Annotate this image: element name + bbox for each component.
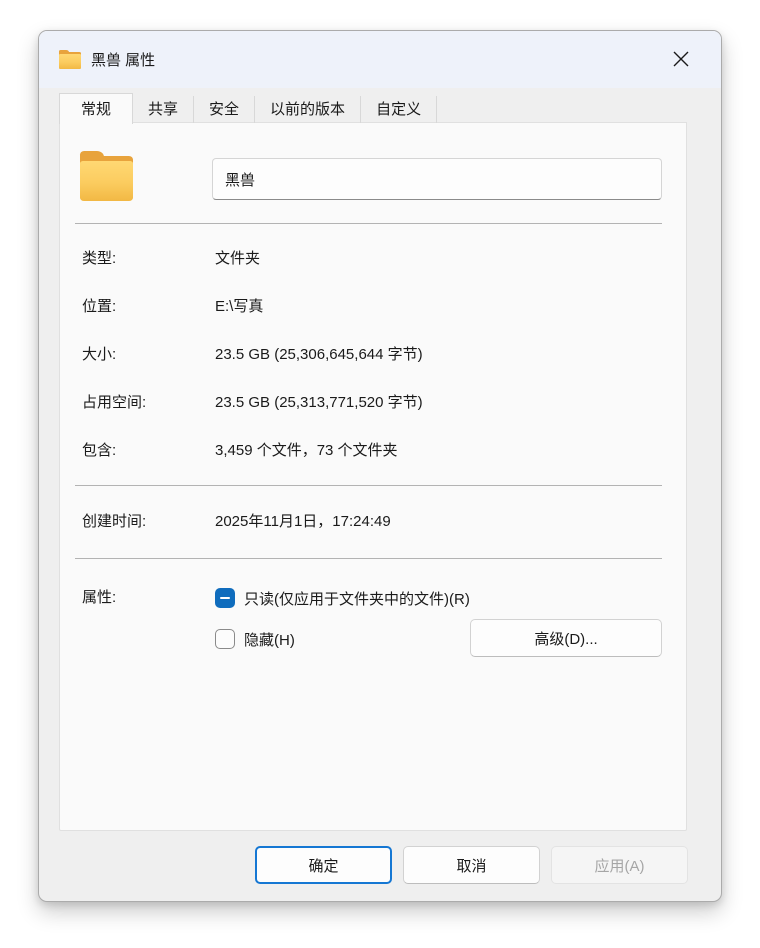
titlebar: 黑兽 属性 [39, 31, 721, 88]
size-on-disk-value: 23.5 GB (25,313,771,520 字节) [215, 394, 423, 411]
type-value: 文件夹 [215, 250, 261, 267]
tab-previous-versions[interactable]: 以前的版本 [255, 96, 362, 123]
readonly-checkbox-label[interactable]: 只读(仅应用于文件夹中的文件)(R) [244, 588, 470, 609]
close-icon[interactable] [661, 42, 701, 76]
window-title: 黑兽 属性 [91, 52, 156, 69]
size-value: 23.5 GB (25,306,645,644 字节) [215, 346, 423, 363]
tab-general[interactable]: 常规 [59, 93, 134, 124]
type-label: 类型: [82, 250, 117, 267]
attributes-label: 属性: [82, 589, 117, 606]
separator [75, 558, 662, 559]
tab-strip: 常规 共享 安全 以前的版本 自定义 [59, 92, 438, 124]
created-label: 创建时间: [82, 513, 147, 530]
tab-security[interactable]: 安全 [194, 96, 256, 123]
folder-properties-dialog: 黑兽 属性 常规 共享 安全 以前的版本 自定义 类型: 文件夹 位置: E:\… [38, 30, 722, 902]
hidden-checkbox-label[interactable]: 隐藏(H) [244, 629, 295, 650]
tab-customize[interactable]: 自定义 [361, 96, 438, 123]
size-on-disk-label: 占用空间: [82, 394, 147, 411]
separator [75, 485, 662, 486]
hidden-checkbox-row: 隐藏(H) [215, 628, 295, 650]
contains-label: 包含: [82, 442, 117, 459]
readonly-checkbox-row: 只读(仅应用于文件夹中的文件)(R) [215, 587, 470, 609]
ok-button[interactable]: 确定 [255, 846, 392, 884]
tab-sharing[interactable]: 共享 [133, 96, 195, 123]
hidden-checkbox[interactable] [215, 629, 235, 649]
advanced-button[interactable]: 高级(D)... [470, 619, 662, 657]
separator [75, 223, 662, 224]
size-label: 大小: [82, 346, 117, 363]
readonly-checkbox[interactable] [215, 588, 235, 608]
contains-value: 3,459 个文件，73 个文件夹 [215, 442, 398, 459]
folder-name-input[interactable] [212, 158, 662, 200]
folder-icon [59, 50, 81, 69]
created-value: 2025年11月1日，17:24:49 [215, 513, 391, 530]
location-value: E:\写真 [215, 298, 264, 315]
folder-large-icon [80, 151, 133, 201]
apply-button[interactable]: 应用(A) [551, 846, 688, 884]
cancel-button[interactable]: 取消 [403, 846, 540, 884]
general-tab-page: 类型: 文件夹 位置: E:\写真 大小: 23.5 GB (25,306,64… [59, 122, 687, 831]
location-label: 位置: [82, 298, 117, 315]
